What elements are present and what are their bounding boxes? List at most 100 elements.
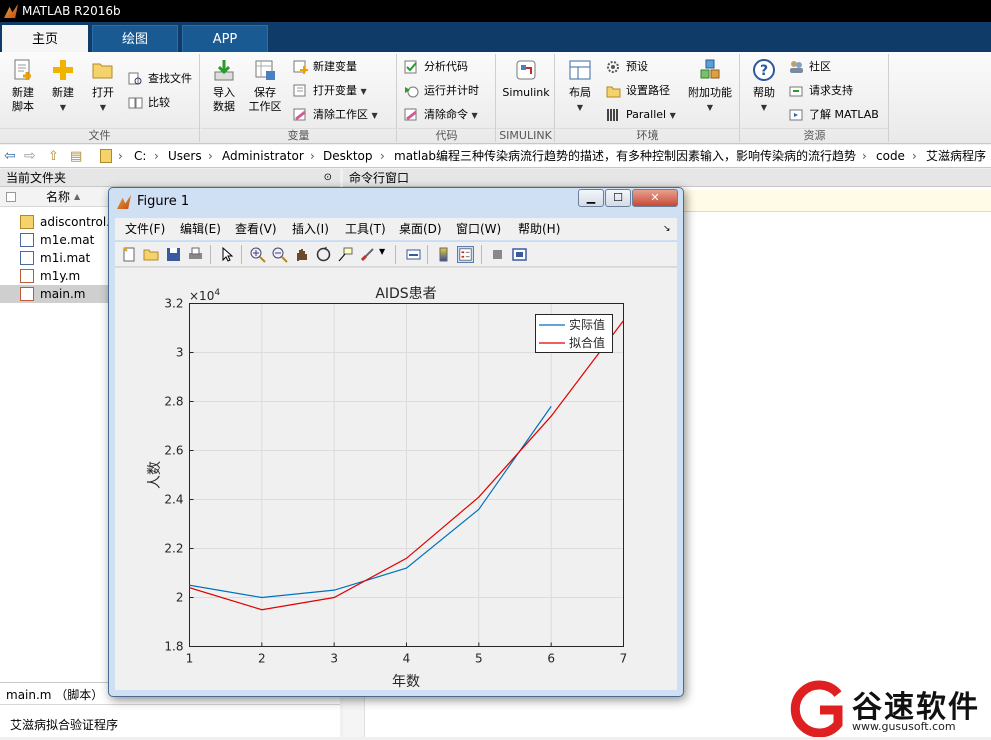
open-button[interactable]: 打开 ▼ [86,58,120,115]
learn-matlab-button[interactable]: 了解 MATLAB [789,106,879,124]
path-segment[interactable]: code [876,145,905,168]
import-data-button[interactable]: 导入 数据 [207,58,241,114]
run-and-time-button[interactable]: 运行并计时 [404,82,479,100]
menu-view[interactable]: 查看(V) [235,218,277,240]
browse-folder-icon[interactable]: ▤ [70,145,82,168]
matlab-logo-icon [4,4,18,18]
forward-arrow-icon[interactable]: ⇨ [24,145,36,168]
window-title-bar: MATLAB R2016b [0,0,991,22]
request-support-button[interactable]: 请求支持 [789,82,853,100]
file-item[interactable]: m1i.mat [20,249,90,267]
pan-hand-icon[interactable] [293,246,310,263]
compare-button[interactable]: 比较 [128,94,170,112]
new-figure-icon[interactable] [121,246,138,263]
series-line-actual[interactable] [189,406,552,599]
chart-legend: 实际值 拟合值 [535,314,613,353]
ribbon-group-simulink: Simulink SIMULINK [497,54,555,142]
help-button[interactable]: ? 帮助 ▼ [747,58,781,115]
path-segment[interactable]: Administrator [222,145,304,168]
ribbon-group-label: 环境 [556,128,739,142]
dock-arrow-icon[interactable]: ↘ [663,218,671,240]
menu-insert[interactable]: 插入(I) [292,218,329,240]
save-workspace-button[interactable]: 保存 工作区 [245,58,285,114]
file-item[interactable]: m1e.mat [20,231,94,249]
figure-canvas: 1 2 3 4 5 6 7 1.8 2 2.2 2.4 2.6 2.8 3 3.2 AIDS患者 年数 人… [115,268,677,690]
aids-chart[interactable]: 1 2 3 4 5 6 7 1.8 2 2.2 2.4 2.6 2.8 3 3.2 AIDS患者 年数 人… [115,268,677,690]
open-variable-button[interactable]: 打开变量 ▼ [293,82,367,100]
panel-menu-icon[interactable]: ⊙ [324,169,332,187]
menu-file[interactable]: 文件(F) [125,218,165,240]
open-file-icon[interactable] [143,246,160,263]
ribbon-group-variable: 导入 数据 保存 工作区 新建变量 打开变量 ▼ 清除工作区 ▼ 变量 [201,54,397,142]
figure-window[interactable]: Figure 1 ▁ ☐ ✕ 文件(F) 编辑(E) 查看(V) 插入(I) 工… [108,187,684,697]
pointer-arrow-icon[interactable] [219,246,236,263]
zoom-in-icon[interactable] [249,246,266,263]
zoom-out-icon[interactable] [271,246,288,263]
new-script-button[interactable]: 新建 脚本 [6,58,40,114]
path-segment[interactable]: Desktop [323,145,373,168]
legend-icon[interactable] [457,246,474,263]
tab-plots[interactable]: 绘图 [92,25,178,52]
tab-home[interactable]: 主页 [2,25,88,52]
import-icon [214,60,234,81]
path-segment[interactable]: C: [134,145,146,168]
community-button[interactable]: 社区 [789,58,831,76]
show-plot-tools-icon[interactable] [511,246,528,263]
addons-button[interactable]: 附加功能 ▼ [684,58,736,115]
layout-button[interactable]: 布局 ▼ [562,58,598,115]
file-item[interactable]: adiscontrol. [20,213,110,231]
preferences-button[interactable]: 预设 [606,58,648,76]
y-tick-label: 2.2 [164,542,183,556]
chart-title: AIDS患者 [375,286,436,302]
menu-desktop[interactable]: 桌面(D) [399,218,442,240]
run-time-icon [405,86,419,98]
compare-icon [128,97,143,109]
clear-workspace-icon [293,108,306,121]
new-script-icon [14,59,31,80]
folder-icon [606,86,621,98]
menu-edit[interactable]: 编辑(E) [180,218,221,240]
rotate-3d-icon[interactable] [315,246,332,263]
path-segment[interactable]: Users [168,145,202,168]
parallel-button[interactable]: Parallel ▼ [606,106,676,124]
legend-label-actual: 实际值 [569,317,605,332]
brush-icon[interactable] [359,246,376,263]
tab-apps[interactable]: APP [182,25,268,52]
print-icon[interactable] [187,246,204,263]
set-path-button[interactable]: 设置路径 [606,82,670,100]
back-arrow-icon[interactable]: ⇦ [4,145,16,168]
clear-commands-button[interactable]: 清除命令 ▼ [404,106,478,124]
watermark-logo: 谷速软件 www.gususoft.com [790,680,991,738]
menu-tools[interactable]: 工具(T) [345,218,386,240]
analyze-code-button[interactable]: 分析代码 [404,58,468,76]
path-segment[interactable]: 艾滋病程序 [926,145,991,168]
y-exponent-label: ×104 [189,288,220,303]
colorbar-icon[interactable] [435,246,452,263]
clear-workspace-button[interactable]: 清除工作区 ▼ [293,106,378,124]
data-cursor-icon[interactable] [337,246,354,263]
x-ticks: 1 2 3 4 5 6 7 [186,642,627,666]
path-segment[interactable]: matlab编程三种传染病流行趋势的描述，有多种控制因素输入，影响传染病的流行趋… [394,145,862,168]
address-bar: ⇦ ⇨ ⇧ ▤ › C: › Users › Administrator › D… [0,145,991,168]
new-button[interactable]: 新建 ▼ [46,58,80,115]
find-files-button[interactable]: 查找文件 [128,70,192,88]
sort-asc-icon: ▲ [74,192,81,201]
menu-window[interactable]: 窗口(W) [456,218,501,240]
mat-file-icon [20,251,34,265]
menu-help[interactable]: 帮助(H) [518,218,560,240]
window-title: MATLAB R2016b [22,4,121,18]
close-button[interactable]: ✕ [632,189,678,207]
simulink-button[interactable]: Simulink [501,58,551,100]
save-icon[interactable] [165,246,182,263]
y-tick-label: 2.6 [164,444,183,458]
up-folder-icon[interactable]: ⇧ [48,145,59,168]
hide-plot-tools-icon[interactable] [489,246,506,263]
brush-dropdown-icon[interactable]: ▼ [379,247,385,256]
maximize-button[interactable]: ☐ [605,189,631,207]
minimize-button[interactable]: ▁ [578,189,604,207]
file-item[interactable]: m1y.m [20,267,80,285]
link-plot-icon[interactable] [405,246,422,263]
new-variable-button[interactable]: 新建变量 [293,58,357,76]
svg-text:?: ? [760,63,768,79]
ribbon-group-environment: 布局 ▼ 预设 设置路径 Parallel ▼ 附加功能 ▼ 环境 [556,54,740,142]
